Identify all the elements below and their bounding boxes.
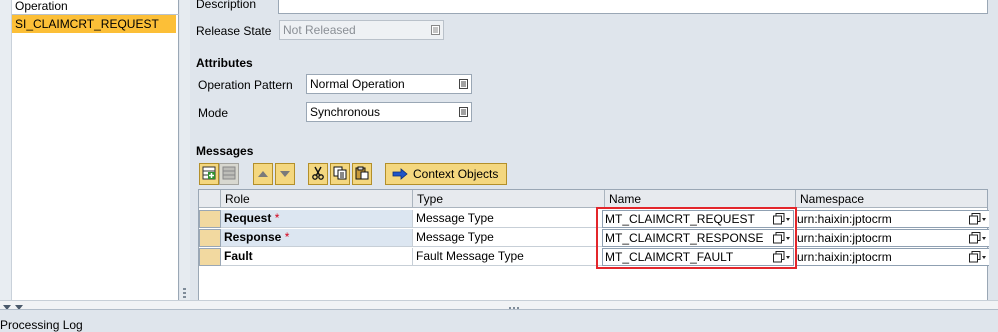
column-header-name: Name [605,190,796,208]
type-cell[interactable]: Message Type [413,229,605,247]
description-label: Description [196,0,257,11]
name-text: MT_CLAIMCRT_RESPONSE [605,231,764,245]
namespace-input[interactable]: urn:haixin:jptocrm [795,248,989,266]
dropdown-list-icon[interactable] [457,77,469,90]
type-cell[interactable]: Message Type [413,210,605,228]
value-help-icon[interactable] [969,251,987,263]
row-selector[interactable] [199,229,221,247]
scissors-icon [311,166,325,183]
type-cell[interactable]: Fault Message Type [413,248,605,266]
copy-button[interactable] [330,163,350,185]
move-up-button[interactable] [253,163,273,185]
arrow-right-icon [392,168,408,180]
attributes-section-title: Attributes [196,56,253,70]
required-marker: * [284,230,290,244]
namespace-input[interactable]: urn:haixin:jptocrm [795,229,989,247]
delete-row-button [219,163,239,185]
status-bar [0,309,998,327]
description-input[interactable] [278,0,988,14]
release-state-label: Release State [196,24,272,38]
mode-select[interactable]: Synchronous [306,102,472,122]
value-help-icon[interactable] [773,232,791,244]
pane-splitter[interactable] [180,0,190,300]
arrow-up-icon [257,167,269,181]
operation-pattern-value: Normal Operation [310,77,405,91]
namespace-text: urn:haixin:jptocrm [797,212,892,226]
column-header-namespace: Namespace [796,190,987,208]
role-text: Request [224,211,272,225]
role-cell: Fault [221,248,413,266]
role-cell: Request * [221,210,413,228]
messages-section-title: Messages [196,144,254,158]
operation-pattern-select[interactable]: Normal Operation [306,74,472,94]
value-help-icon[interactable] [969,213,987,225]
operation-list-gutter [0,0,12,300]
operation-pattern-label: Operation Pattern [198,78,293,92]
insert-row-icon [202,166,216,183]
column-header-type: Type [413,190,605,208]
dropdown-list-icon[interactable] [457,105,469,118]
arrow-down-icon [279,167,291,181]
splitter-grip [183,292,186,294]
role-cell: Response * [221,229,413,247]
paste-button[interactable] [352,163,372,185]
role-text: Fault [224,249,253,263]
delete-row-icon [222,166,236,183]
dropdown-list-icon [429,23,441,36]
insert-row-button[interactable] [199,163,219,185]
column-header-role: Role [221,190,413,208]
name-input[interactable]: MT_CLAIMCRT_REQUEST [602,210,794,228]
operation-row-selected[interactable]: SI_CLAIMCRT_REQUEST [12,15,176,33]
name-input[interactable]: MT_CLAIMCRT_RESPONSE [602,229,794,247]
value-help-icon[interactable] [773,213,791,225]
namespace-input[interactable]: urn:haixin:jptocrm [795,210,989,228]
context-objects-label: Context Objects [413,167,499,181]
mode-value: Synchronous [310,105,381,119]
name-input[interactable]: MT_CLAIMCRT_FAULT [602,248,794,266]
value-help-icon[interactable] [969,232,987,244]
move-down-button[interactable] [275,163,295,185]
splitter-grip [183,288,186,290]
name-text: MT_CLAIMCRT_FAULT [605,250,734,264]
select-all-header[interactable] [199,190,221,208]
mode-label: Mode [198,106,229,120]
context-objects-button[interactable]: Context Objects [385,163,507,185]
name-text: MT_CLAIMCRT_REQUEST [605,212,755,226]
operation-column-header: Operation [12,0,179,15]
operation-list-pane [0,0,179,300]
splitter-grip [183,296,186,298]
row-selector[interactable] [199,210,221,228]
required-marker: * [274,211,280,225]
role-text: Response [224,230,282,244]
messages-table: Role Type Name Namespace Request * Messa… [198,189,989,302]
copy-icon [333,166,347,183]
release-state-value: Not Released [283,23,356,37]
release-state-select: Not Released [279,20,444,40]
status-bar-text: Processing Log [0,318,83,332]
namespace-text: urn:haixin:jptocrm [797,231,892,245]
value-help-icon[interactable] [773,251,791,263]
namespace-text: urn:haixin:jptocrm [797,250,892,264]
paste-icon [355,166,369,183]
cut-button[interactable] [308,163,328,185]
row-selector[interactable] [199,248,221,266]
